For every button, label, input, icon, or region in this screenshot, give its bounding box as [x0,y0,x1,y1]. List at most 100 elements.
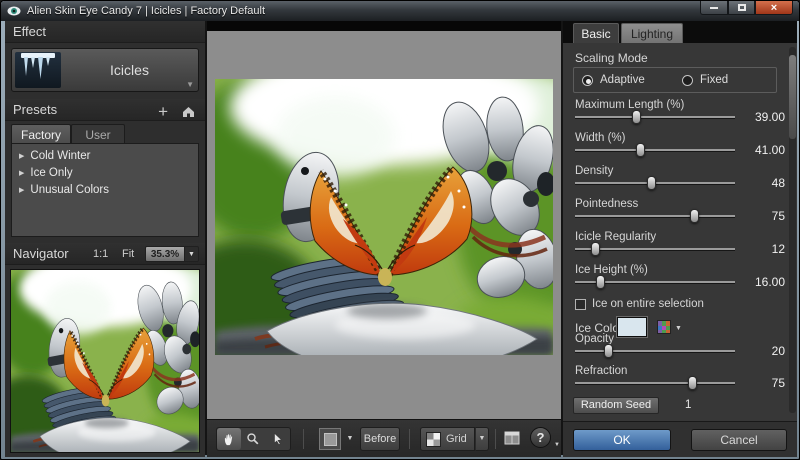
ice-entire-selection-checkbox[interactable] [575,298,586,310]
cancel-button[interactable]: Cancel [691,429,787,451]
checkbox-label: Ice on entire selection [592,298,704,310]
slider-thumb[interactable] [590,242,600,256]
slider-track[interactable] [575,209,735,223]
close-icon: × [770,1,778,14]
slider-label: Maximum Length (%) [575,99,685,111]
expand-arrow-icon[interactable]: ▶ [19,165,24,182]
toolbar-separator [495,429,496,449]
slider-label: Width (%) [575,132,626,144]
cursor-arrow-icon [274,432,282,446]
zoom-level-value: 35.3% [145,246,185,262]
slider-label: Refraction [575,365,628,377]
before-button[interactable]: Before [360,427,400,451]
slider-value: 75 [771,376,785,390]
chevron-down-icon[interactable]: ▼ [675,325,682,332]
slider-thumb[interactable] [603,344,613,358]
slider-track[interactable] [575,143,735,157]
slider-thumb[interactable] [646,176,656,190]
tab-user[interactable]: User [71,124,125,144]
preview-image[interactable] [215,79,553,355]
grid-button-label: Grid [446,433,467,445]
preview-top-strip [207,21,561,31]
slider-thumb[interactable] [632,110,642,124]
help-dropdown-icon[interactable]: ▼ [554,442,560,448]
slider-label: Pointedness [575,198,639,210]
slider-track[interactable] [575,110,735,124]
slider-thumb[interactable] [635,143,645,157]
effect-selector-button[interactable]: Icicles ▼ [11,48,199,92]
preview-toolbar: ▼ Before Grid ▼ ? ▼ [207,419,561,457]
slider-value: 48 [771,176,785,190]
color-swatch-icon [323,432,337,446]
grid-button[interactable]: Grid [420,427,475,451]
slider-value: 16.00 [754,275,785,289]
settings-tab-strip: Basic Lighting [563,21,797,43]
expand-arrow-icon[interactable]: ▶ [19,182,24,199]
background-color-button[interactable] [319,428,341,450]
scrollbar-thumb[interactable] [789,55,796,139]
chevron-down-icon[interactable]: ▼ [185,246,199,262]
close-button[interactable]: × [755,1,793,15]
tab-lighting[interactable]: Lighting [621,23,683,43]
minimize-button[interactable] [700,1,728,15]
color-palette-icon[interactable] [657,320,671,334]
split-view-button[interactable] [503,429,521,447]
hand-tool-button[interactable] [217,428,242,450]
expand-arrow-icon[interactable]: ▶ [19,148,24,165]
maximize-button[interactable] [728,1,755,15]
slider-value: 39.00 [754,110,785,124]
slider-value: 75 [771,209,785,223]
zoom-tool-button[interactable] [241,428,265,450]
radio-adaptive[interactable] [582,75,593,86]
zoom-fit-button[interactable]: Fit [122,243,134,265]
titlebar: Alien Skin Eye Candy 7 | Icicles | Facto… [1,1,799,21]
preview-canvas[interactable] [207,31,561,419]
slider-opacity: Opacity 20 [563,333,797,363]
slider-track[interactable] [575,275,735,289]
preset-item[interactable]: ▶ Cold Winter [12,148,198,165]
slider-value: 41.00 [754,143,785,157]
random-seed-button[interactable]: Random Seed [573,397,659,414]
slider-track[interactable] [575,242,735,256]
effect-name: Icicles [110,62,149,78]
preset-item-label: Ice Only [30,167,73,179]
navigator-thumbnail[interactable] [10,269,200,453]
radio-adaptive-label: Adaptive [600,74,645,86]
slider-track[interactable] [575,176,735,190]
help-button[interactable]: ? [530,427,551,448]
ok-button[interactable]: OK [573,429,671,451]
tab-factory[interactable]: Factory [11,124,71,144]
magnifier-icon [247,433,259,445]
slider-track[interactable] [575,376,735,390]
preset-item-label: Unusual Colors [30,184,110,196]
grid-dropdown[interactable]: ▼ [475,427,489,451]
plugin-window: Alien Skin Eye Candy 7 | Icicles | Facto… [0,0,800,460]
random-seed-row: Random Seed 1 [563,397,797,415]
slider-width: Width (%) 41.00 [563,132,797,162]
home-button[interactable] [182,106,195,118]
add-preset-button[interactable]: + [158,103,168,120]
random-seed-value: 1 [685,399,692,411]
tab-basic[interactable]: Basic [573,23,619,43]
scaling-mode-label: Scaling Mode [575,51,648,65]
slider-label: Ice Height (%) [575,264,648,276]
preset-item[interactable]: ▶ Ice Only [12,165,198,182]
slider-maximum-length: Maximum Length (%) 39.00 [563,99,797,129]
preset-item-label: Cold Winter [30,150,91,162]
settings-scrollbar[interactable] [789,47,796,413]
dialog-button-bar: OK Cancel [563,421,797,457]
slider-refraction: Refraction 75 [563,365,797,395]
eye-candy-logo-icon [7,6,21,16]
radio-fixed[interactable] [682,75,693,86]
radio-fixed-label: Fixed [700,74,729,86]
slider-thumb[interactable] [690,209,699,223]
slider-pointedness: Pointedness 75 [563,198,797,228]
zoom-1to1-button[interactable]: 1:1 [93,243,108,265]
zoom-level-dropdown[interactable]: 35.3% ▼ [145,246,199,262]
slider-thumb[interactable] [595,275,605,289]
preset-item[interactable]: ▶ Unusual Colors [12,182,198,199]
select-tool-button[interactable] [266,428,290,450]
background-color-dropdown[interactable]: ▼ [343,428,357,450]
slider-track[interactable] [575,344,735,358]
slider-thumb[interactable] [688,376,698,390]
